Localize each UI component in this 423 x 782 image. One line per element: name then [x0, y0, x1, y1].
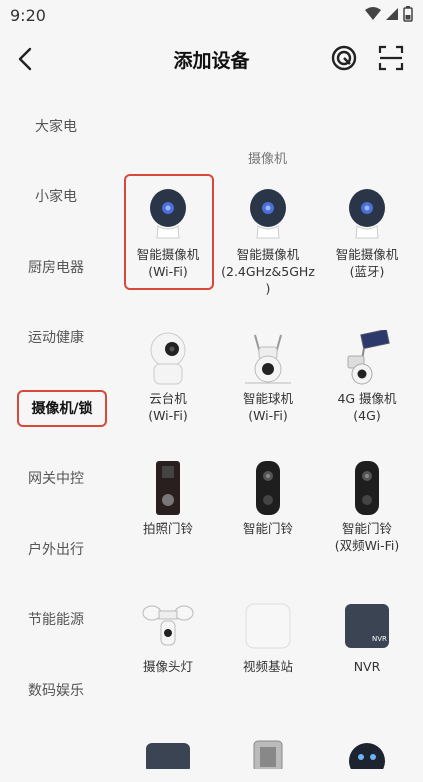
camera-icon	[250, 189, 286, 239]
device-label: 云台机 (Wi-Fi)	[148, 391, 188, 423]
sidebar-item-small-appliances[interactable]: 小家电	[0, 186, 112, 206]
nvr-icon: NVR	[345, 604, 389, 648]
status-icons	[365, 6, 413, 22]
wifi-icon	[365, 7, 381, 20]
status-time: 9:20	[10, 6, 46, 25]
device-4g-camera[interactable]: 4G 摄像机 (4G)	[317, 330, 417, 424]
device-partial-1[interactable]	[118, 726, 218, 782]
dome-camera-icon	[245, 334, 291, 384]
status-bar: 9:20	[0, 0, 423, 30]
sidebar-item-gateway[interactable]: 网关中控	[0, 468, 112, 488]
doorbell-icon	[256, 461, 280, 515]
device-label: 智能摄像机 (蓝牙)	[335, 247, 399, 279]
device-smart-camera-bluetooth[interactable]: 智能摄像机 (蓝牙)	[317, 186, 417, 280]
base-station-icon	[245, 603, 291, 649]
device-nvr[interactable]: NVR NVR	[317, 598, 417, 675]
device-ptz-camera[interactable]: 云台机 (Wi-Fi)	[118, 330, 218, 424]
header: 添加设备	[0, 30, 423, 90]
selected-device-highlight	[124, 174, 214, 290]
device-icon	[146, 743, 190, 769]
sidebar-item-energy[interactable]: 节能能源	[0, 609, 112, 629]
photo-doorbell-icon	[156, 461, 180, 515]
page-title: 添加设备	[173, 50, 250, 72]
svg-text:NVR: NVR	[372, 635, 387, 643]
device-label: 智能门铃 (双频Wi-Fi)	[334, 521, 400, 553]
sidebar-item-sports-health[interactable]: 运动健康	[0, 327, 112, 347]
section-title: 摄像机	[247, 152, 287, 167]
camera-icon	[349, 189, 385, 239]
device-label: 智能门铃	[242, 521, 293, 536]
device-partial-2[interactable]	[218, 726, 318, 782]
doorbell-icon	[355, 461, 379, 515]
active-category-highlight	[17, 390, 107, 427]
device-label: 智能球机 (Wi-Fi)	[242, 391, 293, 423]
device-smart-doorbell[interactable]: 智能门铃	[218, 460, 318, 537]
sidebar-item-kitchen[interactable]: 厨房电器	[0, 257, 112, 277]
device-label: 拍照门铃	[142, 521, 193, 536]
scan-target-icon[interactable]	[330, 44, 358, 72]
device-label: 4G 摄像机 (4G)	[337, 391, 397, 423]
ptz-camera-icon	[150, 332, 186, 385]
device-icon	[253, 740, 283, 769]
device-floodlight-camera[interactable]: 摄像头灯	[118, 598, 218, 675]
device-photo-doorbell[interactable]: 拍照门铃	[118, 460, 218, 537]
device-partial-3[interactable]	[317, 726, 417, 782]
device-label: 视频基站	[242, 659, 293, 674]
qr-scan-icon[interactable]	[377, 44, 405, 72]
sidebar-item-outdoor[interactable]: 户外出行	[0, 539, 112, 559]
device-label: 摄像头灯	[142, 659, 193, 674]
device-dome-camera[interactable]: 智能球机 (Wi-Fi)	[218, 330, 318, 424]
device-video-base-station[interactable]: 视频基站	[218, 598, 318, 675]
solar-camera-icon	[347, 330, 390, 385]
device-smart-camera-dualband[interactable]: 智能摄像机 (2.4GHz&5GHz)	[218, 186, 318, 297]
floodlight-camera-icon	[142, 605, 194, 646]
sidebar-item-large-appliances[interactable]: 大家电	[0, 116, 112, 136]
device-label: 智能摄像机 (2.4GHz&5GHz)	[221, 247, 315, 296]
device-label: NVR	[353, 659, 381, 674]
signal-icon	[386, 8, 398, 20]
device-smart-doorbell-dualband[interactable]: 智能门铃 (双频Wi-Fi)	[317, 460, 417, 554]
sidebar-item-digital[interactable]: 数码娱乐	[0, 680, 112, 700]
device-icon	[349, 743, 385, 769]
battery-icon	[403, 6, 413, 22]
